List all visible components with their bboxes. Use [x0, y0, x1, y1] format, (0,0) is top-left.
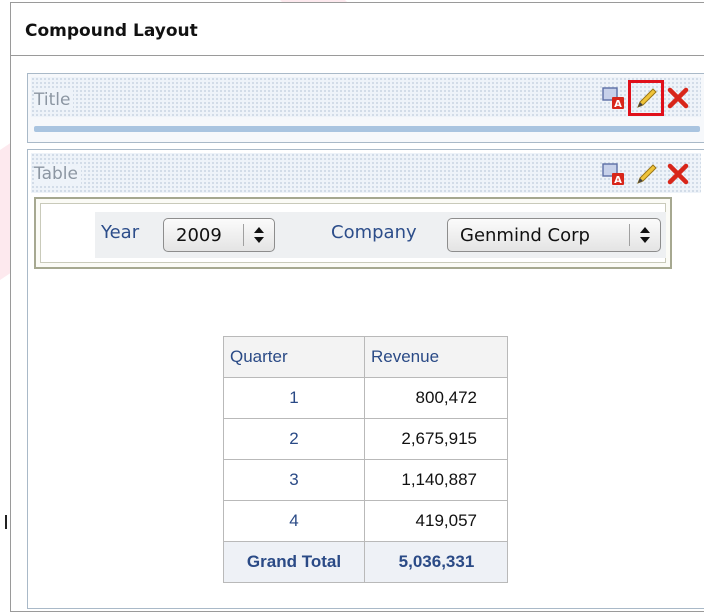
table-view-toolbar: A — [599, 159, 693, 189]
revenue-cell: 2,675,915 — [364, 418, 508, 460]
svg-text:A: A — [614, 99, 622, 110]
year-label: Year — [101, 222, 140, 243]
year-select-value: 2009 — [176, 224, 222, 246]
company-label: Company — [331, 222, 417, 243]
grand-total-value: 5,036,331 — [364, 541, 508, 583]
revenue-cell: 800,472 — [364, 377, 508, 419]
title-view-toolbar: A — [599, 80, 693, 116]
format-container-icon[interactable]: A — [599, 159, 629, 189]
revenue-table: Quarter Revenue 1 800,472 2 2,675,915 3 … — [223, 336, 508, 583]
table-view-label: Table — [34, 164, 81, 184]
table-row: 3 1,140,887 — [223, 459, 508, 501]
pencil-edit-icon[interactable] — [631, 159, 661, 189]
table-view-header[interactable]: Table A — [31, 153, 701, 193]
svg-text:A: A — [614, 175, 622, 186]
quarter-cell[interactable]: 3 — [223, 459, 365, 501]
revenue-cell: 1,140,887 — [364, 459, 508, 501]
grand-total-row: Grand Total 5,036,331 — [223, 541, 508, 583]
up-down-arrows-icon — [630, 225, 660, 245]
column-header-quarter[interactable]: Quarter — [223, 336, 365, 378]
quarter-cell[interactable]: 2 — [223, 418, 365, 460]
revenue-cell: 419,057 — [364, 500, 508, 542]
table-row: 2 2,675,915 — [223, 418, 508, 460]
year-select[interactable]: 2009 — [163, 218, 275, 252]
table-header-row: Quarter Revenue — [223, 336, 508, 378]
quarter-cell[interactable]: 4 — [223, 500, 365, 542]
prompt-inner: Year 2009 Company Genmind Corp — [40, 203, 666, 263]
company-select-value: Genmind Corp — [460, 224, 590, 246]
up-down-arrows-icon — [244, 225, 274, 245]
title-underline-bar — [34, 126, 700, 132]
title-view-header[interactable]: Title A — [31, 77, 701, 117]
window-edge-marker — [5, 515, 7, 529]
delete-x-icon[interactable] — [663, 83, 693, 113]
delete-x-icon[interactable] — [663, 159, 693, 189]
column-header-revenue[interactable]: Revenue — [364, 336, 508, 378]
title-view-container: Title A — [27, 73, 704, 143]
format-container-icon[interactable]: A — [599, 83, 629, 113]
title-divider — [11, 55, 704, 56]
company-select[interactable]: Genmind Corp — [447, 218, 661, 252]
title-view-label: Title — [34, 90, 74, 110]
prompt-bar: Year 2009 Company Genmind Corp — [34, 197, 672, 269]
quarter-cell[interactable]: 1 — [223, 377, 365, 419]
table-row: 4 419,057 — [223, 500, 508, 542]
compound-layout-title: Compound Layout — [25, 21, 198, 41]
pencil-edit-icon[interactable] — [628, 80, 664, 116]
table-row: 1 800,472 — [223, 377, 508, 419]
grand-total-label: Grand Total — [223, 541, 365, 583]
